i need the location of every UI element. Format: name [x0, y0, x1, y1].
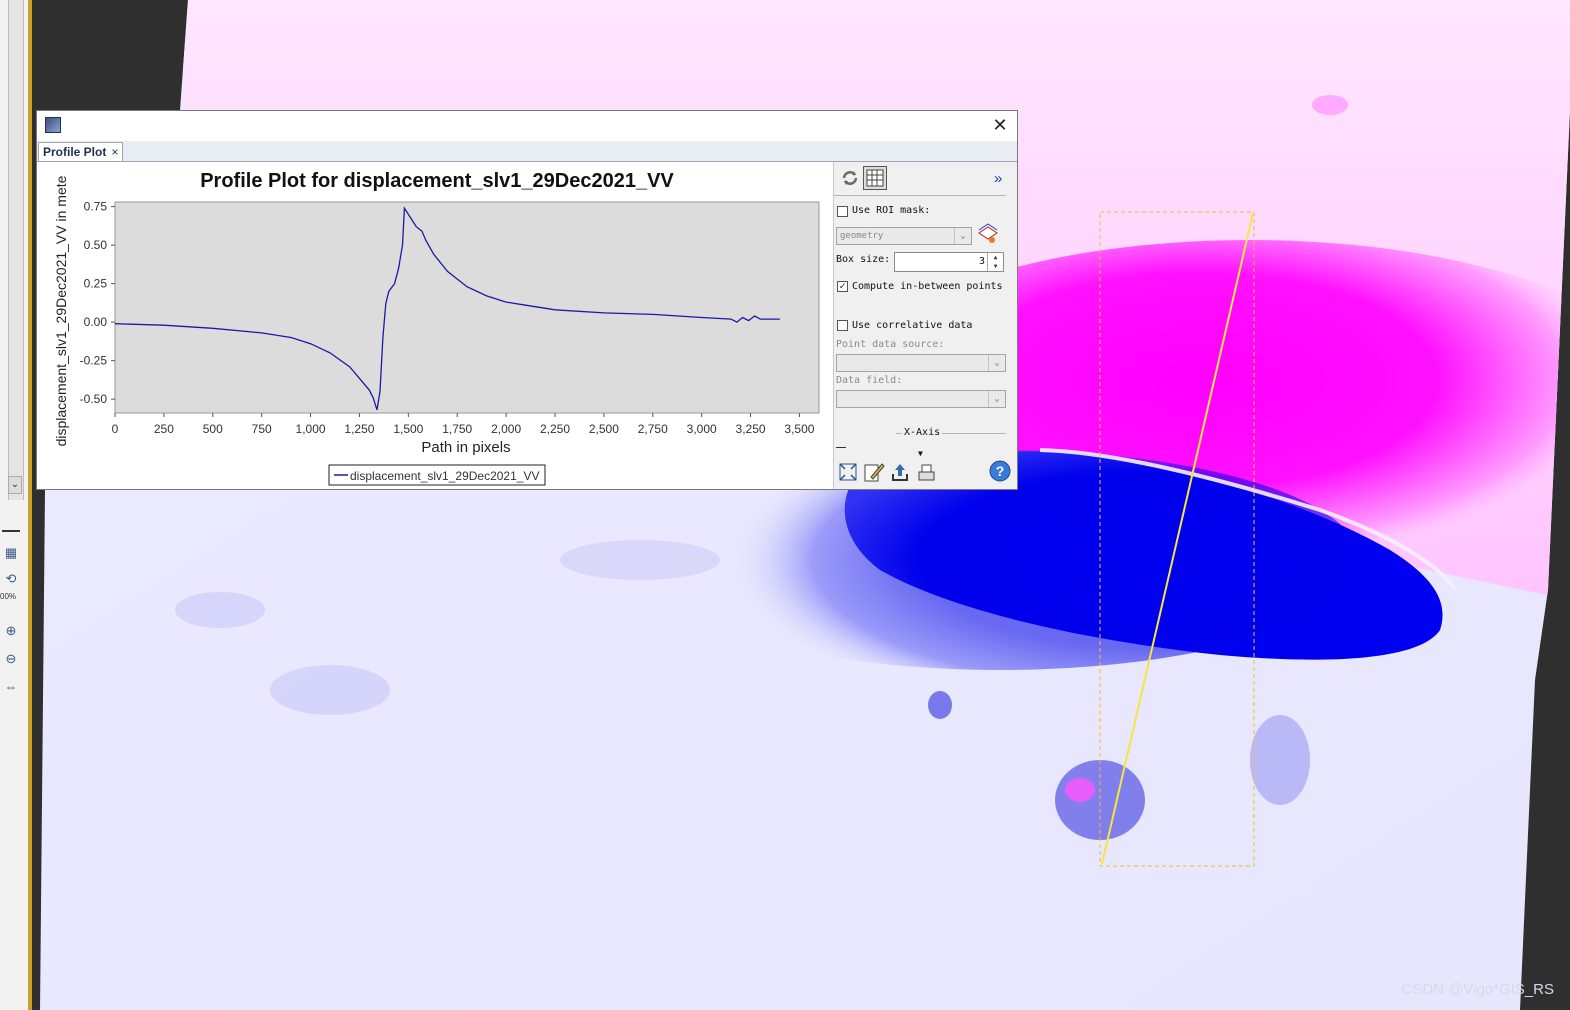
tab-close-icon[interactable]: ×	[111, 145, 118, 159]
roi-mask-value: geometry	[840, 231, 884, 241]
x-axis-collapse-icon[interactable]	[836, 447, 846, 448]
close-icon[interactable]: ✕	[989, 114, 1011, 136]
use-correlative-checkbox[interactable]	[837, 320, 848, 331]
window-titlebar[interactable]: ✕	[37, 111, 1017, 142]
separator	[834, 195, 1006, 196]
use-correlative-label: Use correlative data	[852, 320, 973, 331]
chart-title: Profile Plot for displacement_slv1_29Dec…	[200, 170, 674, 192]
mask-manager-icon[interactable]	[976, 221, 1000, 245]
y-axis-label: displacement_slv1_29Dec2021_VV in mete	[53, 175, 69, 446]
x-axis-ticks: 0 250 500 750 1,000 1,250 1,500 1,750 2,000 2,250…	[112, 413, 815, 436]
x-axis-label: Path in pixels	[421, 439, 510, 456]
x-tick-label: 1,000	[296, 422, 326, 436]
roi-mask-combo[interactable]: geometry ⌄	[836, 227, 972, 245]
help-glyph: ?	[996, 463, 1005, 479]
y-axis-ticks: -0.50 -0.25 0.00 0.25 0.50 0.75	[80, 200, 115, 406]
x-tick-label: 750	[252, 422, 272, 436]
x-tick-label: 2,500	[589, 422, 619, 436]
x-tick-label: 0	[112, 422, 119, 436]
watermark-text: CSDN @Vigo*GIS_RS	[1401, 981, 1554, 998]
snap-app-icon	[45, 117, 61, 133]
box-size-spinner[interactable]: 3 ▲ ▼	[894, 252, 1004, 272]
x-tick-label: 500	[203, 422, 223, 436]
print-icon[interactable]	[914, 460, 938, 484]
plot-options-panel: » Use ROI mask: geometry ⌄ Box size: 3 ▲…	[833, 162, 1017, 489]
chevron-down-icon: ⌄	[954, 228, 971, 244]
expand-panel-icon[interactable]: »	[994, 170, 1002, 187]
tab-profile-plot[interactable]: Profile Plot ×	[38, 142, 124, 161]
zoom-all-icon[interactable]	[836, 460, 860, 484]
dropdown-arrow-icon[interactable]: ▼	[918, 449, 923, 458]
x-tick-label: 2,750	[638, 422, 668, 436]
y-tick-label: 0.50	[84, 238, 108, 252]
chevron-down-icon: ⌄	[988, 391, 1005, 407]
data-field-combo[interactable]: ⌄	[836, 390, 1006, 408]
box-size-label: Box size:	[836, 254, 891, 265]
x-tick-label: 1,500	[393, 422, 423, 436]
profile-chart[interactable]: Profile Plot for displacement_slv1_29Dec…	[37, 162, 832, 489]
edit-chart-icon[interactable]	[862, 460, 886, 484]
x-axis-section-label: X-Axis	[902, 427, 943, 438]
profile-plot-window[interactable]: ✕ Profile Plot × Profile Plot for displac…	[36, 110, 1018, 490]
plot-area[interactable]: Profile Plot for displacement_slv1_29Dec…	[37, 162, 832, 489]
point-data-source-label: Point data source:	[836, 339, 945, 350]
x-tick-label: 3,500	[784, 422, 814, 436]
x-tick-label: 2,250	[540, 422, 570, 436]
x-tick-label: 2,000	[491, 422, 521, 436]
tab-label: Profile Plot	[43, 145, 107, 159]
legend-label: displacement_slv1_29Dec2021_VV	[350, 469, 539, 483]
y-tick-label: 0.25	[84, 277, 108, 291]
use-roi-checkbox[interactable]	[837, 206, 848, 217]
box-size-value: 3	[978, 256, 985, 267]
x-tick-label: 1,250	[344, 422, 374, 436]
y-tick-label: -0.25	[80, 354, 108, 368]
table-view-icon[interactable]	[863, 166, 887, 190]
y-tick-label: -0.50	[80, 392, 108, 406]
data-field-label: Data field:	[836, 375, 903, 386]
point-data-source-combo[interactable]: ⌄	[836, 354, 1006, 372]
x-tick-label: 250	[154, 422, 174, 436]
compute-between-checkbox[interactable]: ✓	[837, 281, 848, 292]
use-roi-label: Use ROI mask:	[852, 205, 931, 216]
help-icon[interactable]: ?	[988, 459, 1012, 483]
tab-bar: Profile Plot ×	[37, 141, 1017, 162]
y-tick-label: 0.00	[84, 315, 108, 329]
x-tick-label: 3,250	[736, 422, 766, 436]
chevron-down-icon: ⌄	[988, 355, 1005, 371]
compute-between-label: Compute in-between points	[852, 281, 1003, 292]
spinner-arrows-icon[interactable]: ▲ ▼	[987, 253, 1003, 271]
x-tick-label: 1,750	[442, 422, 472, 436]
plot-background	[114, 201, 820, 414]
y-tick-label: 0.75	[84, 200, 108, 214]
refresh-icon[interactable]	[838, 166, 862, 190]
x-tick-label: 3,000	[687, 422, 717, 436]
export-icon[interactable]	[888, 460, 912, 484]
